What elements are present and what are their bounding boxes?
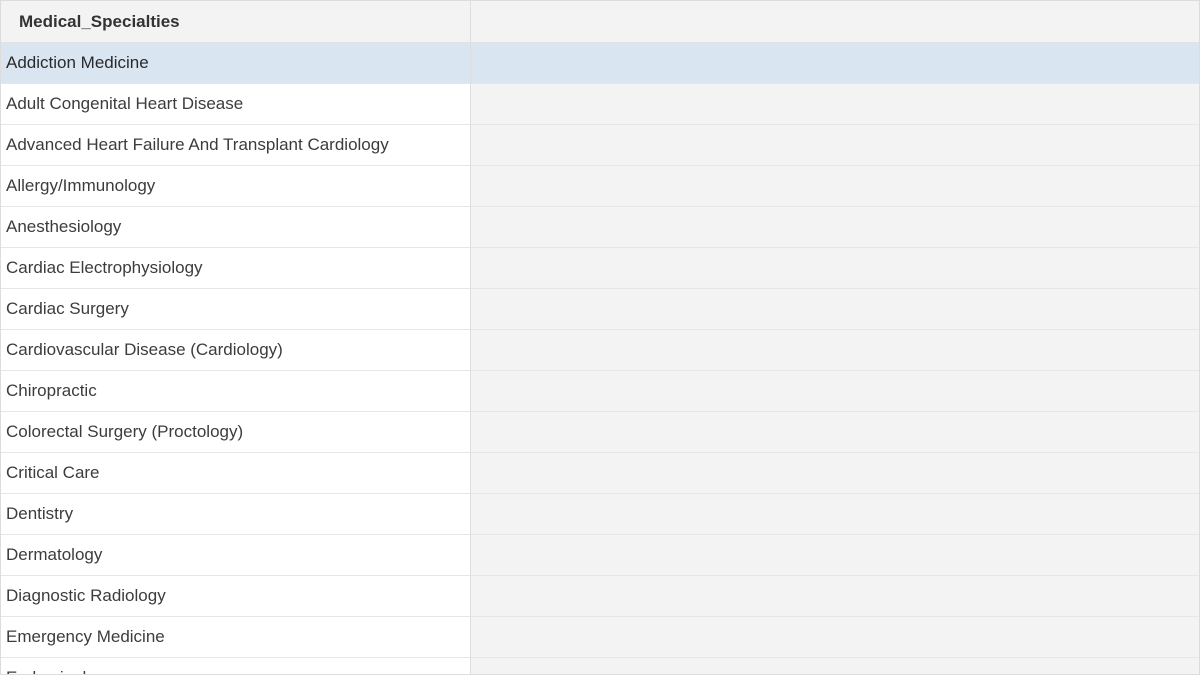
empty-cell-area bbox=[470, 330, 1199, 370]
spreadsheet-view: Medical_Specialties Addiction Medicine Ad… bbox=[0, 0, 1200, 675]
table-cell-specialty[interactable]: Critical Care bbox=[1, 453, 470, 493]
specialties-table: Medical_Specialties Addiction Medicine Ad… bbox=[1, 1, 1199, 674]
empty-cell-area bbox=[470, 617, 1199, 657]
column-divider[interactable] bbox=[470, 1, 471, 674]
table-cell-specialty[interactable]: Addiction Medicine bbox=[1, 43, 470, 83]
table-row[interactable]: Cardiovascular Disease (Cardiology) bbox=[1, 330, 1199, 371]
table-row[interactable]: Cardiac Surgery bbox=[1, 289, 1199, 330]
empty-cell-area bbox=[470, 125, 1199, 165]
column-header-medical-specialties[interactable]: Medical_Specialties bbox=[1, 12, 470, 32]
table-row[interactable]: Adult Congenital Heart Disease bbox=[1, 84, 1199, 125]
empty-cell-area bbox=[470, 494, 1199, 534]
table-cell-specialty[interactable]: Endocrinology bbox=[1, 658, 470, 674]
table-row[interactable]: Anesthesiology bbox=[1, 207, 1199, 248]
table-row[interactable]: Cardiac Electrophysiology bbox=[1, 248, 1199, 289]
table-row[interactable]: Diagnostic Radiology bbox=[1, 576, 1199, 617]
table-cell-specialty[interactable]: Dermatology bbox=[1, 535, 470, 575]
empty-cell-area bbox=[470, 535, 1199, 575]
empty-cell-area bbox=[470, 576, 1199, 616]
table-row[interactable]: Chiropractic bbox=[1, 371, 1199, 412]
table-row[interactable]: Dermatology bbox=[1, 535, 1199, 576]
table-cell-specialty[interactable]: Colorectal Surgery (Proctology) bbox=[1, 412, 470, 452]
empty-cell-area bbox=[470, 371, 1199, 411]
table-body: Addiction Medicine Adult Congenital Heart… bbox=[1, 43, 1199, 674]
table-row[interactable]: Advanced Heart Failure And Transplant Ca… bbox=[1, 125, 1199, 166]
table-row[interactable]: Addiction Medicine bbox=[1, 43, 1199, 84]
table-cell-specialty[interactable]: Emergency Medicine bbox=[1, 617, 470, 657]
table-cell-specialty[interactable]: Dentistry bbox=[1, 494, 470, 534]
table-cell-specialty[interactable]: Cardiac Electrophysiology bbox=[1, 248, 470, 288]
table-row[interactable]: Emergency Medicine bbox=[1, 617, 1199, 658]
table-cell-specialty[interactable]: Chiropractic bbox=[1, 371, 470, 411]
table-row[interactable]: Endocrinology bbox=[1, 658, 1199, 674]
table-row[interactable]: Colorectal Surgery (Proctology) bbox=[1, 412, 1199, 453]
table-header-row: Medical_Specialties bbox=[1, 1, 1199, 43]
empty-cell-area bbox=[470, 453, 1199, 493]
empty-cell-area bbox=[470, 658, 1199, 674]
table-row[interactable]: Critical Care bbox=[1, 453, 1199, 494]
empty-cell-area bbox=[470, 166, 1199, 206]
empty-cell-area bbox=[470, 43, 1199, 83]
table-cell-specialty[interactable]: Cardiovascular Disease (Cardiology) bbox=[1, 330, 470, 370]
table-row[interactable]: Allergy/Immunology bbox=[1, 166, 1199, 207]
table-cell-specialty[interactable]: Advanced Heart Failure And Transplant Ca… bbox=[1, 125, 470, 165]
empty-cell-area bbox=[470, 248, 1199, 288]
table-cell-specialty[interactable]: Diagnostic Radiology bbox=[1, 576, 470, 616]
empty-cell-area bbox=[470, 207, 1199, 247]
table-cell-specialty[interactable]: Anesthesiology bbox=[1, 207, 470, 247]
empty-cell-area bbox=[470, 289, 1199, 329]
table-cell-specialty[interactable]: Cardiac Surgery bbox=[1, 289, 470, 329]
table-cell-specialty[interactable]: Allergy/Immunology bbox=[1, 166, 470, 206]
table-row[interactable]: Dentistry bbox=[1, 494, 1199, 535]
empty-cell-area bbox=[470, 84, 1199, 124]
empty-cell-area bbox=[470, 412, 1199, 452]
table-cell-specialty[interactable]: Adult Congenital Heart Disease bbox=[1, 84, 470, 124]
